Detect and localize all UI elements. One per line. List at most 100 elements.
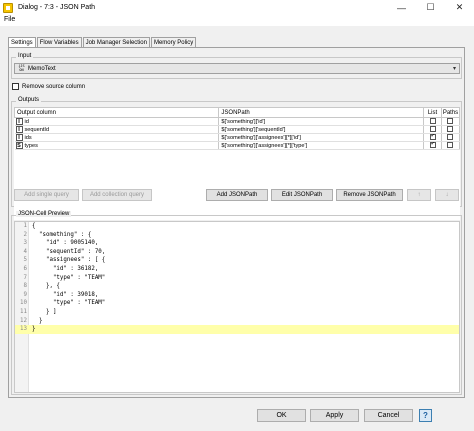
column-type-icon: S xyxy=(15,142,23,149)
jsonpath-value: $['something']['assignees'][*]['id'] xyxy=(221,134,301,141)
help-button[interactable]: ? xyxy=(419,409,432,422)
header-output-column[interactable]: Output column xyxy=(13,107,220,118)
code-text: "something" : { xyxy=(32,231,92,238)
paths-cell xyxy=(441,125,461,134)
chevron-down-icon[interactable]: ▾ xyxy=(453,65,456,72)
paths-cell xyxy=(441,133,461,142)
code-line: 3 "id" : 9005140, xyxy=(15,239,459,248)
maximize-button[interactable]: ☐ xyxy=(416,0,445,15)
input-column-value: MemoText xyxy=(28,65,56,72)
code-line: 10 "type" : "TEAM" xyxy=(15,299,459,308)
table-row[interactable]: IsequentId $['something']['sequentId'] xyxy=(14,125,461,134)
list-checkbox[interactable] xyxy=(429,126,436,133)
paths-cell xyxy=(441,141,461,150)
jsonpath-cell[interactable]: $['something']['id'] xyxy=(218,117,425,126)
tab-job-manager-selection[interactable]: Job Manager Selection xyxy=(82,37,150,47)
code-line: 1{ xyxy=(15,222,459,231)
code-text: "id" : 39018, xyxy=(32,291,99,298)
output-column-cell[interactable]: Iids xyxy=(14,133,220,142)
table-row[interactable]: Iids $['something']['assignees'][*]['id'] xyxy=(14,133,461,142)
code-text: "id" : 36182, xyxy=(32,265,99,272)
menu-file[interactable]: File xyxy=(4,16,15,23)
add-collection-query-button[interactable]: Add collection query xyxy=(82,189,152,201)
code-line: 11 } ] xyxy=(15,308,459,317)
outputs-table: Output column JSONPath List Paths Iid $['… xyxy=(13,107,461,220)
code-text: "type" : "TEAM" xyxy=(32,274,106,281)
tab-flow-variables[interactable]: Flow Variables xyxy=(36,37,82,47)
input-group-label: Input xyxy=(16,53,34,59)
json-preview-editor[interactable]: 1{2 "something" : {3 "id" : 9005140, 4 "s… xyxy=(14,221,460,393)
jsonpath-cell[interactable]: $['something']['sequentId'] xyxy=(218,125,425,134)
output-column-cell[interactable]: Iid xyxy=(14,117,220,126)
header-paths[interactable]: Paths xyxy=(440,107,461,118)
list-checkbox[interactable] xyxy=(429,134,436,141)
minimize-button[interactable]: — xyxy=(387,0,416,15)
table-empty-area xyxy=(14,149,460,220)
add-jsonpath-button[interactable]: Add JSONPath xyxy=(206,189,268,201)
jsonpath-cell[interactable]: $['something']['assignees'][*]['id'] xyxy=(218,133,425,142)
paths-checkbox[interactable] xyxy=(447,118,454,125)
edit-jsonpath-button[interactable]: Edit JSONPath xyxy=(271,189,333,201)
add-single-query-button[interactable]: Add single query xyxy=(14,189,79,201)
jsonpath-value: $['something']['assignees'][*]['type'] xyxy=(221,142,308,149)
list-cell xyxy=(423,125,442,134)
code-line: 4 "sequentId" : 70, xyxy=(15,248,459,257)
json-type-icon: {JS ON xyxy=(18,64,25,72)
line-number: 6 xyxy=(23,265,28,272)
tab-memory-policy[interactable]: Memory Policy xyxy=(150,37,197,47)
tab-strip: Settings Flow Variables Job Manager Sele… xyxy=(8,37,197,47)
code-text: } xyxy=(32,326,36,333)
title-bar: Dialog - 7:3 - JSON Path — ☐ ✕ xyxy=(0,0,474,15)
code-line: 8 }, { xyxy=(15,282,459,291)
line-number: 2 xyxy=(23,231,28,238)
paths-checkbox[interactable] xyxy=(447,126,454,133)
code-line: 12 } xyxy=(15,317,459,326)
paths-checkbox[interactable] xyxy=(447,142,454,149)
list-checkbox[interactable] xyxy=(429,118,436,125)
code-text: } xyxy=(32,317,43,324)
header-jsonpath[interactable]: JSONPath xyxy=(218,107,425,118)
code-text: }, { xyxy=(32,283,60,290)
paths-checkbox[interactable] xyxy=(447,134,454,141)
output-column-name: ids xyxy=(24,134,32,141)
code-line: 2 "something" : { xyxy=(15,231,459,240)
code-line: 13} xyxy=(15,325,459,334)
line-number: 5 xyxy=(23,257,28,264)
paths-cell xyxy=(441,117,461,126)
outputs-group-label: Outputs xyxy=(16,97,42,103)
remove-jsonpath-button[interactable]: Remove JSONPath xyxy=(336,189,403,201)
remove-source-label: Remove source column xyxy=(22,83,86,90)
jsonpath-cell[interactable]: $['something']['assignees'][*]['type'] xyxy=(218,141,425,150)
table-row[interactable]: Iid $['something']['id'] xyxy=(14,117,461,126)
move-down-button[interactable]: ↓ xyxy=(435,189,459,201)
line-number: 4 xyxy=(23,248,28,255)
checkbox-box[interactable] xyxy=(12,83,19,90)
output-column-name: sequentId xyxy=(24,126,50,133)
remove-source-checkbox[interactable]: Remove source column xyxy=(12,83,85,90)
line-number: 11 xyxy=(20,308,27,315)
code-line: 9 "id" : 39018, xyxy=(15,291,459,300)
line-number: 7 xyxy=(23,274,28,281)
jsonpath-value: $['something']['sequentId'] xyxy=(221,126,286,133)
line-number: 3 xyxy=(23,240,28,247)
output-column-cell[interactable]: IsequentId xyxy=(14,125,220,134)
ok-button[interactable]: OK xyxy=(257,409,306,422)
cancel-button[interactable]: Cancel xyxy=(364,409,413,422)
line-number: 1 xyxy=(23,223,28,229)
apply-button[interactable]: Apply xyxy=(310,409,359,422)
list-checkbox[interactable] xyxy=(429,142,436,149)
output-column-name: types xyxy=(24,142,38,149)
output-column-cell[interactable]: Stypes xyxy=(14,141,220,150)
line-number: 9 xyxy=(23,291,28,298)
tab-settings[interactable]: Settings xyxy=(8,37,36,47)
output-column-name: id xyxy=(24,118,29,125)
table-row[interactable]: Stypes $['something']['assignees'][*]['ty… xyxy=(14,141,461,150)
close-button[interactable]: ✕ xyxy=(445,0,474,15)
input-column-select[interactable]: {JS ON MemoText ▾ xyxy=(14,63,460,74)
line-number: 12 xyxy=(20,317,27,324)
code-text: { xyxy=(32,223,36,229)
knime-icon xyxy=(3,2,13,13)
json-preview-label: JSON-Cell Preview xyxy=(16,211,72,217)
header-list[interactable]: List xyxy=(423,107,442,118)
move-up-button[interactable]: ↑ xyxy=(407,189,431,201)
